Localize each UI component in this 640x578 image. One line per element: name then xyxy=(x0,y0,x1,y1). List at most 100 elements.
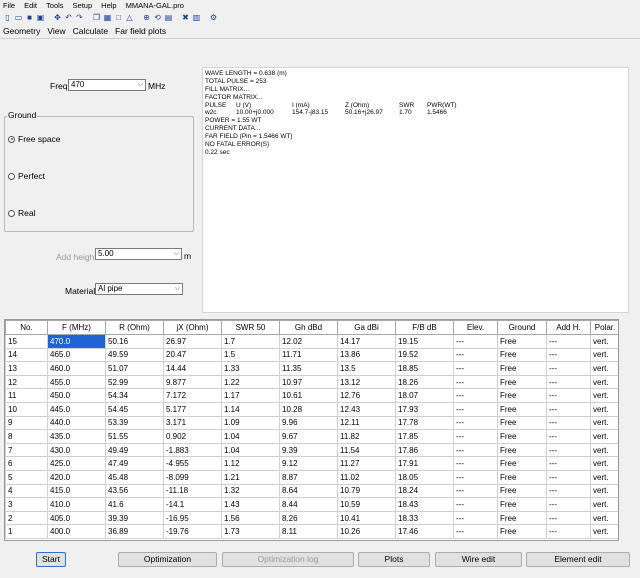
table-cell[interactable]: --- xyxy=(546,510,591,526)
table-cell[interactable]: 2 xyxy=(5,510,48,526)
table-cell[interactable]: Free xyxy=(497,415,547,431)
radio-free-space[interactable]: Free space xyxy=(8,134,61,144)
table-cell[interactable]: 45.48 xyxy=(105,469,164,485)
table-row[interactable]: 3 410.0 41.6 -14.1 1.43 8.44 10.59 18.43 --- Free… xyxy=(5,497,618,512)
table-cell[interactable]: 20.47 xyxy=(163,347,222,363)
move-icon[interactable]: ✥ xyxy=(53,13,62,22)
tab-geometry[interactable]: Geometry xyxy=(3,26,40,36)
open-folder-icon[interactable]: ▭ xyxy=(14,13,23,22)
table-cell[interactable]: 11.71 xyxy=(279,347,338,363)
table-cell[interactable]: vert. xyxy=(590,401,618,417)
table-cell[interactable]: vert. xyxy=(590,347,618,363)
table-cell[interactable]: 420.0 xyxy=(47,469,106,485)
table-cell[interactable]: 17.93 xyxy=(395,401,454,417)
table-cell[interactable]: Free xyxy=(497,347,547,363)
table-cell[interactable]: Free xyxy=(497,483,547,499)
table-row[interactable]: 14 465.0 49.59 20.47 1.5 11.71 13.86 19.52 --- Fr… xyxy=(5,347,618,363)
table-cell[interactable]: 1.32 xyxy=(221,483,280,499)
table-cell[interactable]: 52.99 xyxy=(105,374,164,390)
table-cell[interactable]: 1.14 xyxy=(221,401,280,417)
table-cell[interactable]: 54.45 xyxy=(105,401,164,417)
table-cell[interactable]: 36.89 xyxy=(105,524,164,539)
table-cell[interactable]: Free xyxy=(497,510,547,526)
table-cell[interactable]: -14.1 xyxy=(163,497,222,512)
table-cell[interactable]: 10.41 xyxy=(337,510,396,526)
table-cell[interactable]: 3 xyxy=(5,497,48,512)
table-cell[interactable]: 1.73 xyxy=(221,524,280,539)
table-cell[interactable]: 9.12 xyxy=(279,456,338,471)
table-cell[interactable]: 12.43 xyxy=(337,401,396,417)
tab-view[interactable]: View xyxy=(47,26,65,36)
tools-icon[interactable]: ✖ xyxy=(181,13,190,22)
table-cell[interactable]: --- xyxy=(453,510,498,526)
redo-icon[interactable]: ↷ xyxy=(75,13,84,22)
save-icon[interactable]: ■ xyxy=(25,13,34,22)
chart-icon[interactable]: ▥ xyxy=(192,13,201,22)
table-cell[interactable]: 1.04 xyxy=(221,442,280,458)
table-cell[interactable]: --- xyxy=(453,401,498,417)
material-select[interactable]: Al pipe ⌵ xyxy=(95,283,183,295)
table-cell[interactable]: --- xyxy=(546,497,591,512)
table-cell[interactable]: 13.86 xyxy=(337,347,396,363)
table-cell[interactable]: 41.6 xyxy=(105,497,164,512)
table-cell[interactable]: -8.099 xyxy=(163,469,222,485)
results-table-wrapper[interactable]: No. F (MHz) R (Ohm) jX (Ohm) SWR 50 Gh dBd Ga … xyxy=(4,319,619,541)
table-cell[interactable]: 410.0 xyxy=(47,497,106,512)
table-cell[interactable]: vert. xyxy=(590,510,618,526)
table-cell[interactable]: --- xyxy=(453,456,498,471)
table-cell[interactable]: 53.39 xyxy=(105,415,164,431)
table-cell[interactable]: --- xyxy=(546,429,591,444)
table-cell[interactable]: 13 xyxy=(5,361,48,376)
table-cell[interactable]: --- xyxy=(453,442,498,458)
plots-button[interactable]: Plots xyxy=(358,552,430,567)
table-cell[interactable]: 13.5 xyxy=(337,361,396,376)
column-header[interactable]: F (MHz) xyxy=(47,320,106,335)
table-cell[interactable]: 49.49 xyxy=(105,442,164,458)
grid-icon[interactable]: ▤ xyxy=(164,13,173,22)
table-cell[interactable]: 12.76 xyxy=(337,388,396,403)
table-cell[interactable]: 11.27 xyxy=(337,456,396,471)
table-cell[interactable]: --- xyxy=(453,429,498,444)
table-cell[interactable]: 7 xyxy=(5,442,48,458)
copy-icon[interactable]: ❐ xyxy=(92,13,101,22)
tab-far-field-plots[interactable]: Far field plots xyxy=(115,26,166,36)
radio-real[interactable]: Real xyxy=(8,208,35,218)
table-cell[interactable]: 8.87 xyxy=(279,469,338,485)
table-cell[interactable]: 51.07 xyxy=(105,361,164,376)
table-cell[interactable]: 19.52 xyxy=(395,347,454,363)
table-cell[interactable]: 1.22 xyxy=(221,374,280,390)
table-cell[interactable]: Free xyxy=(497,442,547,458)
column-header[interactable]: Ground xyxy=(497,320,547,335)
table-cell[interactable]: --- xyxy=(453,524,498,539)
table-cell[interactable]: Free xyxy=(497,469,547,485)
table-cell[interactable]: --- xyxy=(453,361,498,376)
table-cell[interactable]: 14.44 xyxy=(163,361,222,376)
table-cell[interactable]: Free xyxy=(497,456,547,471)
settings-icon[interactable]: ⚙ xyxy=(209,13,218,22)
table-cell[interactable]: Free xyxy=(497,388,547,403)
table-cell[interactable]: vert. xyxy=(590,334,618,349)
table-cell[interactable]: 8.64 xyxy=(279,483,338,499)
table-cell[interactable]: -16.95 xyxy=(163,510,222,526)
table-cell[interactable]: Free xyxy=(497,401,547,417)
table-cell[interactable]: --- xyxy=(546,469,591,485)
table-cell[interactable]: 460.0 xyxy=(47,361,106,376)
table-row[interactable]: 12 455.0 52.99 9.877 1.22 10.97 13.12 18.26 --- F… xyxy=(5,374,618,390)
triangle-icon[interactable]: △ xyxy=(125,13,134,22)
table-cell[interactable]: 11.35 xyxy=(279,361,338,376)
table-cell[interactable]: 17.78 xyxy=(395,415,454,431)
table-row[interactable]: 13 460.0 51.07 14.44 1.33 11.35 13.5 18.85 --- Fr… xyxy=(5,361,618,376)
table-cell[interactable]: 17.46 xyxy=(395,524,454,539)
table-cell[interactable]: Free xyxy=(497,429,547,444)
table-row[interactable]: 8 435.0 51.55 0.902 1.04 9.67 11.82 17.85 --- Fre… xyxy=(5,429,618,444)
table-cell[interactable]: --- xyxy=(546,361,591,376)
table-cell[interactable]: 405.0 xyxy=(47,510,106,526)
table-row[interactable]: 15 470.0 50.16 26.97 1.7 12.02 14.17 19.15 --- Fr… xyxy=(5,334,618,349)
table-row[interactable]: 1 400.0 36.89 -19.76 1.73 8.11 10.26 17.46 --- Fr… xyxy=(5,524,618,539)
table-cell[interactable]: 12.02 xyxy=(279,334,338,349)
table-cell[interactable]: --- xyxy=(546,456,591,471)
table-cell[interactable]: 1.04 xyxy=(221,429,280,444)
table-cell[interactable]: 13.12 xyxy=(337,374,396,390)
table-cell[interactable]: 18.26 xyxy=(395,374,454,390)
table-cell[interactable]: 4 xyxy=(5,483,48,499)
